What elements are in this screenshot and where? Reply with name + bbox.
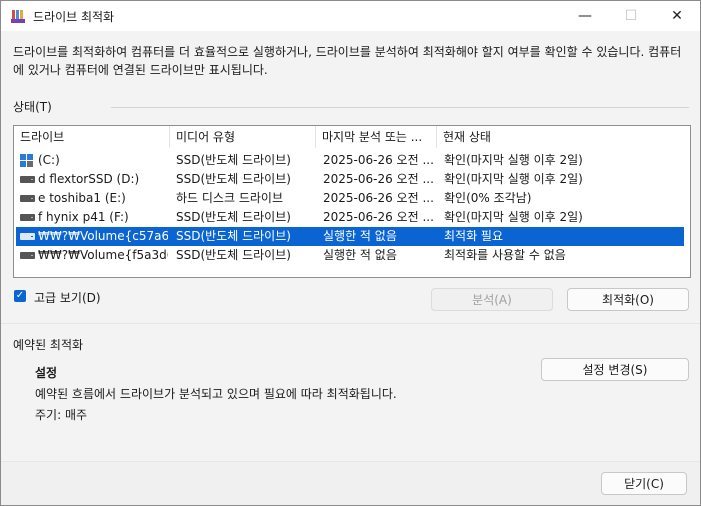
drive-icon bbox=[20, 176, 35, 183]
last-run: 실행한 적 없음 bbox=[323, 229, 397, 243]
media-type: SSD(반도체 드라이브) bbox=[176, 229, 291, 243]
drive-row[interactable]: ₩₩?₩Volume{f5a3d6... SSD(반도체 드라이브) 실행한 적… bbox=[16, 246, 684, 265]
status-section-label: 상태(T) bbox=[13, 100, 52, 114]
last-run: 2025-06-26 오전 ... bbox=[323, 172, 434, 186]
close-button[interactable]: 닫기(C) bbox=[601, 472, 687, 495]
advanced-view-checkbox[interactable]: ✓ bbox=[14, 290, 26, 302]
analyze-button[interactable]: 분석(A) bbox=[431, 288, 553, 311]
drive-name: d flextorSSD (D:) bbox=[38, 172, 140, 186]
current-status: 확인(마지막 실행 이후 2일) bbox=[444, 210, 583, 224]
frequency-text: 주기: 매주 bbox=[35, 408, 88, 422]
column-media-type[interactable]: 미디어 유형 bbox=[170, 126, 316, 148]
windows-drive-icon bbox=[20, 154, 33, 167]
column-last-run[interactable]: 마지막 분석 또는 ... bbox=[316, 126, 437, 148]
current-status: 확인(0% 조각남) bbox=[444, 191, 532, 205]
media-type: SSD(반도체 드라이브) bbox=[176, 172, 291, 186]
status-divider bbox=[111, 107, 689, 108]
media-type: 하드 디스크 드라이브 bbox=[176, 191, 283, 205]
drive-row[interactable]: f hynix p41 (F:) SSD(반도체 드라이브) 2025-06-2… bbox=[16, 208, 684, 227]
last-run: 2025-06-26 오전 ... bbox=[323, 210, 434, 224]
scheduled-optimization-heading: 예약된 최적화 bbox=[13, 338, 84, 352]
settings-label: 설정 bbox=[35, 366, 58, 380]
drive-name: f hynix p41 (F:) bbox=[38, 210, 129, 224]
optimize-drives-window: 드라이브 최적화 — ☐ ✕ 드라이브를 최적화하여 컴퓨터를 더 효율적으로 … bbox=[0, 0, 701, 506]
advanced-view-label[interactable]: 고급 보기(D) bbox=[34, 289, 101, 306]
change-settings-button[interactable]: 설정 변경(S) bbox=[541, 358, 689, 381]
media-type: SSD(반도체 드라이브) bbox=[176, 210, 291, 224]
description-text: 드라이브를 최적화하여 컴퓨터를 더 효율적으로 실행하거나, 드라이브를 분석… bbox=[13, 45, 682, 77]
drive-row[interactable]: e toshiba1 (E:) 하드 디스크 드라이브 2025-06-26 오… bbox=[16, 189, 684, 208]
media-type: SSD(반도체 드라이브) bbox=[176, 248, 291, 262]
drive-icon bbox=[20, 195, 35, 202]
minimize-button[interactable]: — bbox=[562, 1, 608, 31]
title-bar[interactable]: 드라이브 최적화 — ☐ ✕ bbox=[1, 1, 700, 31]
drive-name: e toshiba1 (E:) bbox=[38, 191, 126, 205]
close-window-button[interactable]: ✕ bbox=[654, 1, 700, 31]
drive-icon bbox=[20, 233, 35, 240]
list-header: 드라이브 미디어 유형 마지막 분석 또는 ... 현재 상태 bbox=[14, 126, 690, 148]
drive-row[interactable]: (C:) SSD(반도체 드라이브) 2025-06-26 오전 ... 확인(… bbox=[16, 151, 684, 170]
column-current-status[interactable]: 현재 상태 bbox=[437, 126, 690, 148]
media-type: SSD(반도체 드라이브) bbox=[176, 153, 291, 167]
last-run: 실행한 적 없음 bbox=[323, 248, 397, 262]
current-status: 최적화 필요 bbox=[444, 229, 504, 243]
last-run: 2025-06-26 오전 ... bbox=[323, 153, 434, 167]
drive-name: (C:) bbox=[38, 153, 60, 167]
drive-icon bbox=[20, 252, 35, 259]
optimize-button[interactable]: 최적화(O) bbox=[567, 288, 689, 311]
drive-list[interactable]: 드라이브 미디어 유형 마지막 분석 또는 ... 현재 상태 (C:) SSD… bbox=[13, 125, 691, 278]
current-status: 확인(마지막 실행 이후 2일) bbox=[444, 172, 583, 186]
drive-row[interactable]: d flextorSSD (D:) SSD(반도체 드라이브) 2025-06-… bbox=[16, 170, 684, 189]
window-title: 드라이브 최적화 bbox=[33, 10, 115, 24]
drive-name: ₩₩?₩Volume{f5a3d6... bbox=[38, 248, 168, 262]
last-run: 2025-06-26 오전 ... bbox=[323, 191, 434, 205]
drive-row-selected[interactable]: ₩₩?₩Volume{c57a6d... SSD(반도체 드라이브) 실행한 적… bbox=[16, 227, 684, 246]
defrag-app-icon bbox=[11, 10, 25, 23]
dialog-footer: 닫기(C) bbox=[1, 461, 700, 505]
drive-icon bbox=[20, 214, 35, 221]
column-drive[interactable]: 드라이브 bbox=[14, 126, 170, 148]
settings-description: 예약된 흐름에서 드라이브가 분석되고 있으며 필요에 따라 최적화됩니다. bbox=[35, 387, 397, 401]
section-divider bbox=[1, 323, 700, 324]
drive-name: ₩₩?₩Volume{c57a6d... bbox=[38, 229, 168, 243]
current-status: 확인(마지막 실행 이후 2일) bbox=[444, 153, 583, 167]
maximize-button: ☐ bbox=[624, 8, 638, 24]
current-status: 최적화를 사용할 수 없음 bbox=[444, 248, 566, 262]
